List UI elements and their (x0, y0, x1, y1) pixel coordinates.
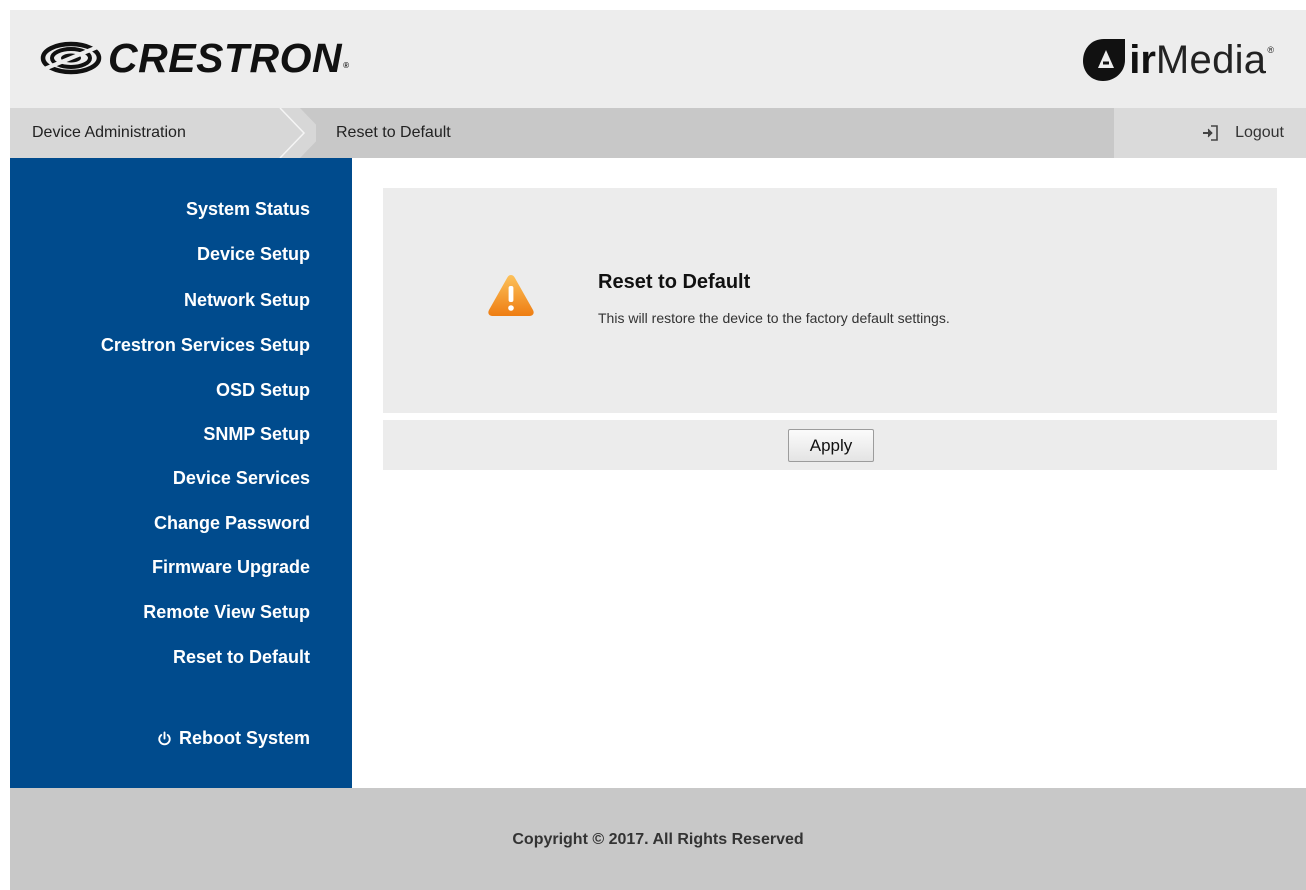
logout-label: Logout (1235, 124, 1284, 141)
registered-mark: ® (343, 61, 349, 70)
sidebar-item-device-services[interactable]: Device Services (173, 468, 310, 489)
sidebar-item-reset-to-default[interactable]: Reset to Default (173, 647, 310, 668)
sidebar-item-network-setup[interactable]: Network Setup (184, 290, 310, 311)
footer: Copyright © 2017. All Rights Reserved (10, 788, 1306, 890)
sidebar-item-firmware-upgrade[interactable]: Firmware Upgrade (152, 557, 310, 578)
registered-mark: ® (1267, 45, 1274, 55)
sidebar-item-snmp-setup[interactable]: SNMP Setup (203, 424, 310, 445)
airmedia-wordmark-bold: ir (1129, 37, 1156, 82)
panel-description: This will restore the device to the fact… (598, 310, 950, 326)
sidebar-item-osd-setup[interactable]: OSD Setup (216, 380, 310, 401)
sidebar-item-remote-view-setup[interactable]: Remote View Setup (143, 602, 310, 623)
airmedia-a-icon (1083, 39, 1126, 81)
sign-in-arrow-icon (1203, 125, 1218, 141)
airmedia-wordmark-light: Media (1155, 37, 1267, 82)
crestron-logo: CRESTRON ® (40, 34, 349, 81)
sidebar-item-device-setup[interactable]: Device Setup (197, 244, 310, 265)
sidebar-item-crestron-services-setup[interactable]: Crestron Services Setup (101, 335, 310, 356)
power-icon (158, 731, 171, 746)
airmedia-logo: ir Media ® (1081, 35, 1274, 85)
warning-icon (488, 275, 534, 316)
logout-button[interactable]: Logout (1114, 108, 1306, 158)
copyright-text: Copyright © 2017. All Rights Reserved (512, 831, 804, 848)
breadcrumb-root[interactable]: Device Administration (10, 108, 300, 158)
crestron-swirl-icon (40, 41, 102, 75)
header: CRESTRON ® ir Media ® (10, 10, 1306, 108)
breadcrumb-chevron-icon (276, 108, 316, 158)
apply-bar: Apply (383, 420, 1277, 470)
sidebar-item-system-status[interactable]: System Status (186, 199, 310, 220)
crestron-wordmark: CRESTRON (108, 34, 343, 81)
panel-title: Reset to Default (598, 271, 751, 293)
page-frame: CRESTRON ® ir Media ® Device Administrat… (10, 10, 1306, 890)
reset-panel: Reset to Default This will restore the d… (383, 188, 1277, 413)
breadcrumb-current: Reset to Default (336, 124, 451, 141)
breadcrumb: Device Administration Reset to Default L… (10, 108, 1306, 158)
reboot-system-button[interactable]: Reboot System (157, 728, 310, 749)
sidebar: System Status Device Setup Network Setup… (10, 158, 352, 788)
reboot-system-label: Reboot System (178, 728, 310, 748)
sidebar-item-change-password[interactable]: Change Password (154, 513, 310, 534)
apply-button[interactable]: Apply (788, 429, 874, 462)
